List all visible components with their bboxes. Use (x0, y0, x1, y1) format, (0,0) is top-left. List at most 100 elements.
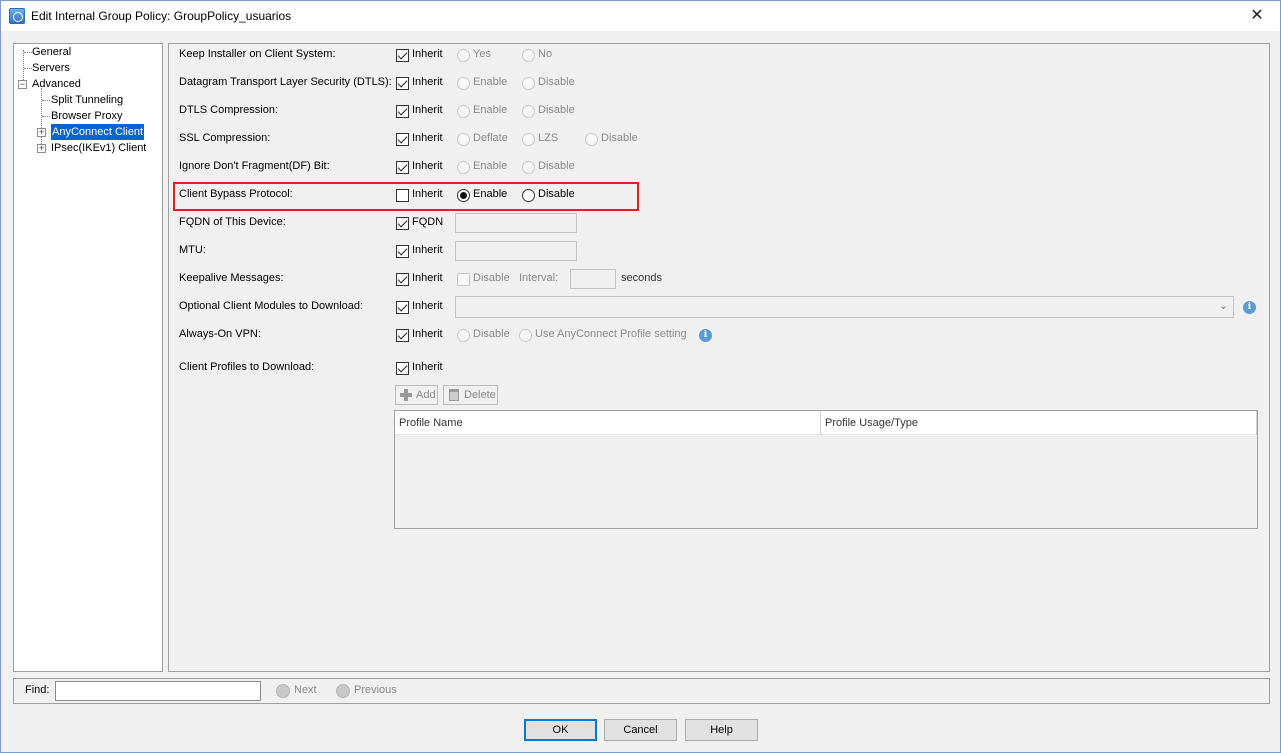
optional-modules-dropdown[interactable]: ⌄ (455, 296, 1234, 318)
expand-icon[interactable]: + (37, 144, 46, 153)
always-on-profile-radio[interactable] (519, 329, 532, 342)
tree-line (42, 116, 50, 117)
ignore-df-disable-radio[interactable] (522, 161, 535, 174)
client-bypass-disable-label: Disable (538, 188, 575, 200)
always-on-disable-radio[interactable] (457, 329, 470, 342)
nav-item-servers[interactable]: Servers (32, 60, 70, 76)
ssl-compression-label: SSL Compression: (179, 132, 271, 144)
chevron-down-icon: ⌄ (1218, 300, 1228, 312)
ssl-compression-disable-radio[interactable] (585, 133, 598, 146)
optional-modules-inherit-label: Inherit (412, 300, 443, 312)
next-icon[interactable] (276, 684, 290, 698)
optional-modules-inherit-checkbox[interactable] (396, 301, 409, 314)
tree-line (42, 100, 50, 101)
mtu-label: MTU: (179, 244, 206, 256)
ssl-compression-deflate-radio[interactable] (457, 133, 470, 146)
delete-profile-button[interactable]: Delete (443, 385, 498, 405)
fqdn-check-label: FQDN (412, 216, 444, 228)
dtls-compression-label: DTLS Compression: (179, 104, 279, 116)
cancel-button[interactable]: Cancel (604, 719, 677, 741)
delete-profile-label: Delete (464, 389, 496, 401)
ignore-df-label: Ignore Don't Fragment(DF) Bit: (179, 160, 330, 172)
always-on-profile-label: Use AnyConnect Profile setting (535, 328, 687, 340)
nav-item-advanced[interactable]: Advanced (32, 76, 81, 92)
client-bypass-disable-radio[interactable] (522, 189, 535, 202)
ssl-compression-deflate-label: Deflate (473, 132, 508, 144)
ok-button[interactable]: OK (524, 719, 597, 741)
ssl-compression-inherit-checkbox[interactable] (396, 133, 409, 146)
column-header-profile-name[interactable]: Profile Name (395, 411, 463, 435)
window-title: Edit Internal Group Policy: GroupPolicy_… (31, 9, 292, 23)
add-profile-label: Add (416, 389, 436, 401)
dtls-compression-inherit-checkbox[interactable] (396, 105, 409, 118)
dtls-inherit-checkbox[interactable] (396, 77, 409, 90)
dtls-enable-label: Enable (473, 76, 508, 88)
ignore-df-enable-radio[interactable] (457, 161, 470, 174)
mtu-input[interactable] (455, 241, 577, 261)
previous-button[interactable]: Previous (354, 684, 397, 696)
fqdn-checkbox[interactable] (396, 217, 409, 230)
keepalive-label: Keepalive Messages: (179, 272, 284, 284)
mtu-inherit-checkbox[interactable] (396, 245, 409, 258)
table-header: Profile Name Profile Usage/Type (395, 411, 1257, 435)
keepalive-disable-checkbox[interactable] (457, 273, 470, 286)
client-profiles-inherit-checkbox[interactable] (396, 362, 409, 375)
info-icon[interactable]: i (1243, 301, 1256, 314)
previous-icon[interactable] (336, 684, 350, 698)
tree-line (24, 52, 32, 53)
optional-modules-label: Optional Client Modules to Download: (179, 300, 364, 312)
client-bypass-inherit-checkbox[interactable] (396, 189, 409, 202)
client-bypass-enable-radio[interactable] (457, 189, 470, 202)
nav-item-browser-proxy[interactable]: Browser Proxy (51, 108, 123, 124)
trash-icon (449, 389, 459, 401)
ssl-compression-lzs-label: LZS (538, 132, 559, 144)
keep-installer-no-radio[interactable] (522, 49, 535, 62)
help-button[interactable]: Help (685, 719, 758, 741)
nav-item-anyconnect-client[interactable]: AnyConnect Client (51, 124, 145, 140)
add-profile-button[interactable]: Add (395, 385, 438, 405)
nav-item-ipsec-client[interactable]: IPsec(IKEv1) Client (51, 140, 146, 156)
expand-icon[interactable]: + (37, 128, 46, 137)
profiles-table[interactable]: Profile Name Profile Usage/Type (394, 410, 1258, 529)
next-button[interactable]: Next (294, 684, 317, 696)
keep-installer-inherit-checkbox[interactable] (396, 49, 409, 62)
column-divider (1256, 411, 1257, 435)
ssl-compression-disable-label: Disable (601, 132, 638, 144)
always-on-disable-label: Disable (473, 328, 510, 340)
keepalive-interval-input[interactable] (570, 269, 616, 289)
ignore-df-inherit-checkbox[interactable] (396, 161, 409, 174)
dtls-enable-radio[interactable] (457, 77, 470, 90)
ignore-df-disable-label: Disable (538, 160, 575, 172)
dtls-disable-radio[interactable] (522, 77, 535, 90)
dtls-compression-disable-radio[interactable] (522, 105, 535, 118)
app-icon (9, 8, 25, 24)
always-on-inherit-label: Inherit (412, 328, 443, 340)
client-bypass-inherit-label: Inherit (412, 188, 443, 200)
find-input[interactable] (55, 681, 261, 701)
client-profiles-label: Client Profiles to Download: (179, 361, 315, 373)
always-on-label: Always-On VPN: (179, 328, 261, 340)
always-on-inherit-checkbox[interactable] (396, 329, 409, 342)
dtls-compression-disable-label: Disable (538, 104, 575, 116)
ssl-compression-lzs-radio[interactable] (522, 133, 535, 146)
keepalive-unit-label: seconds (621, 272, 662, 284)
collapse-icon[interactable]: − (18, 80, 27, 89)
dtls-compression-enable-radio[interactable] (457, 105, 470, 118)
keep-installer-yes-radio[interactable] (457, 49, 470, 62)
keep-installer-label: Keep Installer on Client System: (179, 48, 336, 60)
keepalive-interval-label: Interval: (519, 272, 559, 284)
nav-item-split-tunneling[interactable]: Split Tunneling (51, 92, 123, 108)
fqdn-input[interactable] (455, 213, 577, 233)
dialog-window: Edit Internal Group Policy: GroupPolicy_… (0, 0, 1281, 753)
info-icon[interactable]: i (699, 329, 712, 342)
tree-line (24, 68, 32, 69)
fqdn-label: FQDN of This Device: (179, 216, 286, 228)
nav-tree: General Servers − Advanced Split Tunneli… (13, 43, 163, 672)
tree-line (41, 88, 42, 148)
keepalive-disable-label: Disable (473, 272, 510, 284)
keepalive-inherit-checkbox[interactable] (396, 273, 409, 286)
column-header-profile-usage[interactable]: Profile Usage/Type (821, 411, 918, 435)
close-button[interactable]: ✕ (1234, 1, 1280, 31)
nav-item-general[interactable]: General (32, 44, 71, 60)
dtls-compression-inherit-label: Inherit (412, 104, 443, 116)
